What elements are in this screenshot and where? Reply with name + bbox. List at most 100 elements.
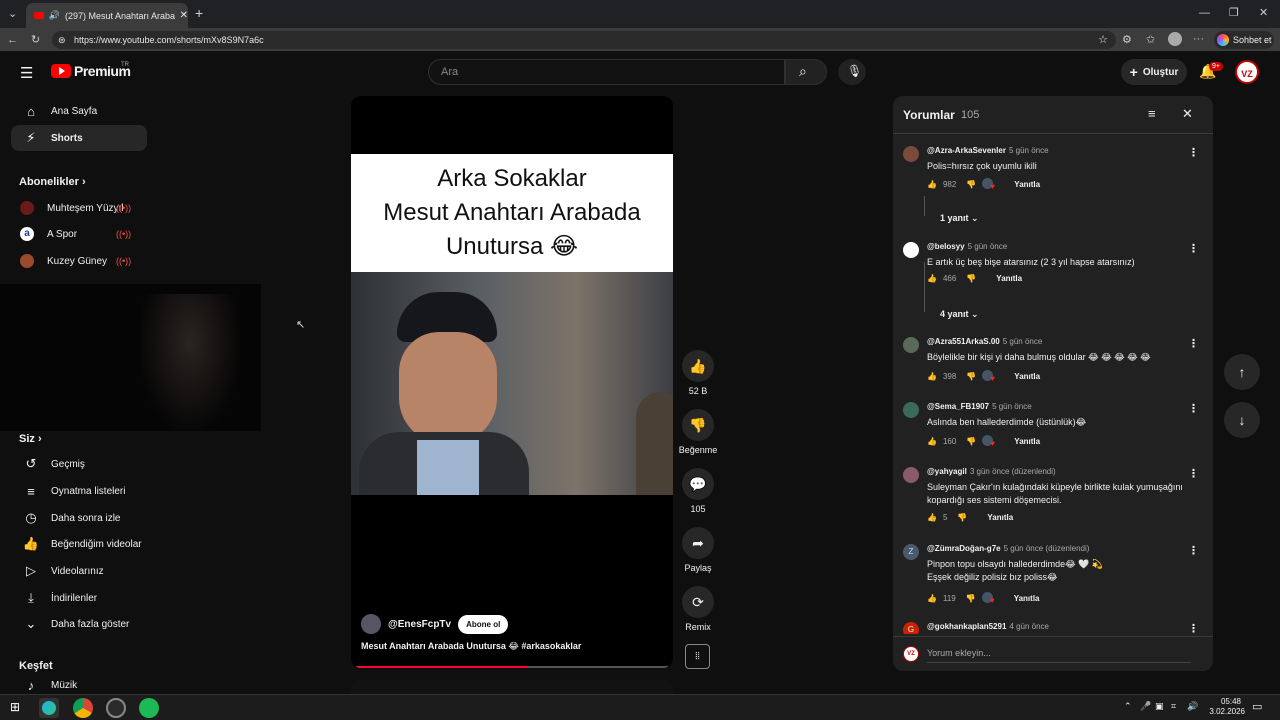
- you-heading[interactable]: Siz ›: [19, 433, 42, 445]
- thumb-up-icon[interactable]: 👍: [927, 372, 937, 381]
- restore-icon[interactable]: ❐: [1229, 6, 1239, 20]
- thumb-down-icon[interactable]: 👎: [966, 437, 976, 446]
- more-options-icon[interactable]: ⋮: [1188, 467, 1199, 480]
- tab-list-icon[interactable]: ⌄: [8, 7, 17, 21]
- copilot-chat-button[interactable]: Sohbet et: [1214, 31, 1274, 49]
- commenter-avatar[interactable]: [903, 467, 919, 483]
- comment-author[interactable]: @gokhankaplan5291 4 gün önce: [927, 622, 1049, 631]
- clock-time[interactable]: 05:48: [1205, 697, 1241, 706]
- more-options-icon[interactable]: ⋮: [1188, 622, 1199, 634]
- extensions-icon[interactable]: ⚙: [1122, 33, 1132, 47]
- subscriptions-heading[interactable]: Abonelikler ›: [19, 176, 86, 188]
- reply-button[interactable]: Yanıtla: [987, 513, 1013, 522]
- reply-button[interactable]: Yanıtla: [1014, 180, 1040, 189]
- thumb-up-icon[interactable]: 👍: [927, 437, 937, 446]
- comment-author[interactable]: @belosyy 5 gün önce: [927, 242, 1007, 251]
- more-options-icon[interactable]: ⋮: [1188, 242, 1199, 255]
- sidebar-item-downloads[interactable]: ⤓ İndirilenler: [11, 585, 147, 611]
- commenter-avatar[interactable]: [903, 242, 919, 258]
- thumb-up-icon[interactable]: 👍: [927, 274, 937, 283]
- more-menu-icon[interactable]: ···: [1193, 32, 1204, 46]
- reply-button[interactable]: Yanıtla: [1014, 594, 1040, 603]
- close-tab-icon[interactable]: ✕: [180, 10, 188, 21]
- dislike-button[interactable]: 👎: [682, 409, 714, 441]
- url-field[interactable]: ⊜ https://www.youtube.com/shorts/mXv8S9N…: [52, 31, 1116, 49]
- comment-author[interactable]: @ZümraDoğan-g7e 5 gün önce (düzenlendi): [927, 544, 1089, 553]
- thumb-down-icon[interactable]: 👎: [966, 274, 976, 283]
- commenter-avatar[interactable]: [903, 146, 919, 162]
- chrome-taskbar-icon[interactable]: [73, 698, 93, 718]
- replies-toggle[interactable]: 4 yanıt ⌄: [940, 309, 979, 320]
- thumb-up-icon[interactable]: 👍: [927, 513, 937, 522]
- reply-button[interactable]: Yanıtla: [1014, 437, 1040, 446]
- account-avatar[interactable]: VZ: [1235, 60, 1259, 84]
- thumb-up-icon[interactable]: 👍: [927, 180, 937, 189]
- thumb-down-icon[interactable]: 👎: [966, 180, 976, 189]
- share-button[interactable]: ➦: [682, 527, 714, 559]
- progress-bar[interactable]: [356, 666, 668, 668]
- tray-display-icon[interactable]: ▣: [1155, 701, 1164, 712]
- reply-button[interactable]: Yanıtla: [996, 274, 1022, 283]
- browser-tab[interactable]: 🔊 (297) Mesut Anahtarı Arabad ✕: [26, 3, 188, 28]
- profile-icon[interactable]: [1168, 32, 1182, 46]
- more-options-icon[interactable]: ⋮: [1188, 402, 1199, 415]
- sound-wave-button[interactable]: ⦙⦙: [685, 644, 710, 669]
- clock-date[interactable]: 3.02.2026: [1197, 707, 1245, 716]
- commenter-avatar[interactable]: Z: [903, 544, 919, 560]
- previous-short-button[interactable]: ↑: [1224, 354, 1260, 390]
- more-options-icon[interactable]: ⋮: [1188, 337, 1199, 350]
- remix-button[interactable]: ⟳: [682, 586, 714, 618]
- sidebar-item-music[interactable]: ♪ Müzik: [11, 677, 147, 693]
- sidebar-item-history[interactable]: ↺ Geçmiş: [11, 451, 147, 477]
- favorite-star-icon[interactable]: ☆: [1098, 31, 1108, 49]
- comments-button[interactable]: 💬: [682, 468, 714, 500]
- new-tab-icon[interactable]: +: [195, 6, 203, 20]
- favorites-icon[interactable]: ✩: [1146, 33, 1155, 47]
- tray-mic-icon[interactable]: 🎤: [1140, 701, 1151, 712]
- youtube-logo-icon[interactable]: [51, 64, 71, 78]
- close-window-icon[interactable]: ✕: [1259, 6, 1268, 20]
- reload-icon[interactable]: ↻: [31, 33, 40, 47]
- create-button[interactable]: + Oluştur: [1121, 59, 1187, 85]
- edge-taskbar-icon[interactable]: [39, 698, 59, 718]
- sidebar-item-your-videos[interactable]: ▷ Videolarınız: [11, 558, 147, 584]
- replies-toggle[interactable]: 1 yanıt ⌄: [940, 213, 979, 224]
- sort-icon[interactable]: ≡: [1148, 106, 1156, 121]
- comment-author[interactable]: @yahyagil 3 gün önce (düzenlendi): [927, 467, 1056, 476]
- windows-start-icon[interactable]: ⊞: [10, 700, 20, 714]
- comment-author[interactable]: @Azra551ArkaS.00 5 gün önce: [927, 337, 1042, 346]
- thumb-up-icon[interactable]: 👍: [927, 594, 937, 603]
- more-options-icon[interactable]: ⋮: [1188, 146, 1199, 159]
- sidebar-item-liked-videos[interactable]: 👍 Beğendiğim videolar: [11, 531, 147, 557]
- comment-author[interactable]: @Azra-ArkaSevenler 5 gün önce: [927, 146, 1049, 155]
- minimize-icon[interactable]: —: [1199, 6, 1210, 20]
- next-short-button[interactable]: ↓: [1224, 402, 1260, 438]
- spotify-taskbar-icon[interactable]: [139, 698, 159, 718]
- comment-input[interactable]: Yorum ekleyin...: [927, 648, 1191, 663]
- sidebar-item-show-more[interactable]: ⌄ Daha fazla göster: [11, 611, 147, 637]
- notification-center-icon[interactable]: ▭: [1252, 700, 1262, 713]
- commenter-avatar[interactable]: [903, 337, 919, 353]
- tray-chevron-icon[interactable]: ⌃: [1124, 701, 1132, 712]
- reply-button[interactable]: Yanıtla: [1014, 372, 1040, 381]
- comment-author[interactable]: @Sema_FB1907 5 gün önce: [927, 402, 1032, 411]
- site-info-icon[interactable]: ⊜: [58, 31, 66, 49]
- commenter-avatar[interactable]: G: [903, 622, 919, 634]
- sidebar-item-home[interactable]: ⌂ Ana Sayfa: [11, 98, 147, 124]
- commenter-avatar[interactable]: [903, 402, 919, 418]
- sidebar-item-watch-later[interactable]: ◷ Daha sonra izle: [11, 505, 147, 531]
- search-button[interactable]: ⌕: [785, 59, 827, 85]
- channel-name[interactable]: @EnesFcpTv: [388, 619, 451, 630]
- obs-taskbar-icon[interactable]: [106, 698, 126, 718]
- sidebar-item-shorts[interactable]: ⚡ Shorts: [11, 125, 147, 151]
- search-input[interactable]: Ara: [428, 59, 785, 85]
- thumb-down-icon[interactable]: 👎: [966, 594, 976, 603]
- sidebar-item-playlists[interactable]: ≡ Oynatma listeleri: [11, 478, 147, 504]
- subscribe-button[interactable]: Abone ol: [458, 614, 509, 634]
- thumb-down-icon[interactable]: 👎: [957, 513, 967, 522]
- voice-search-button[interactable]: 🎙: [838, 59, 866, 85]
- speaker-icon[interactable]: 🔊: [49, 10, 60, 21]
- tray-network-icon[interactable]: ⌗: [1171, 701, 1176, 712]
- close-icon[interactable]: ✕: [1182, 106, 1193, 122]
- back-icon[interactable]: ←: [7, 33, 18, 47]
